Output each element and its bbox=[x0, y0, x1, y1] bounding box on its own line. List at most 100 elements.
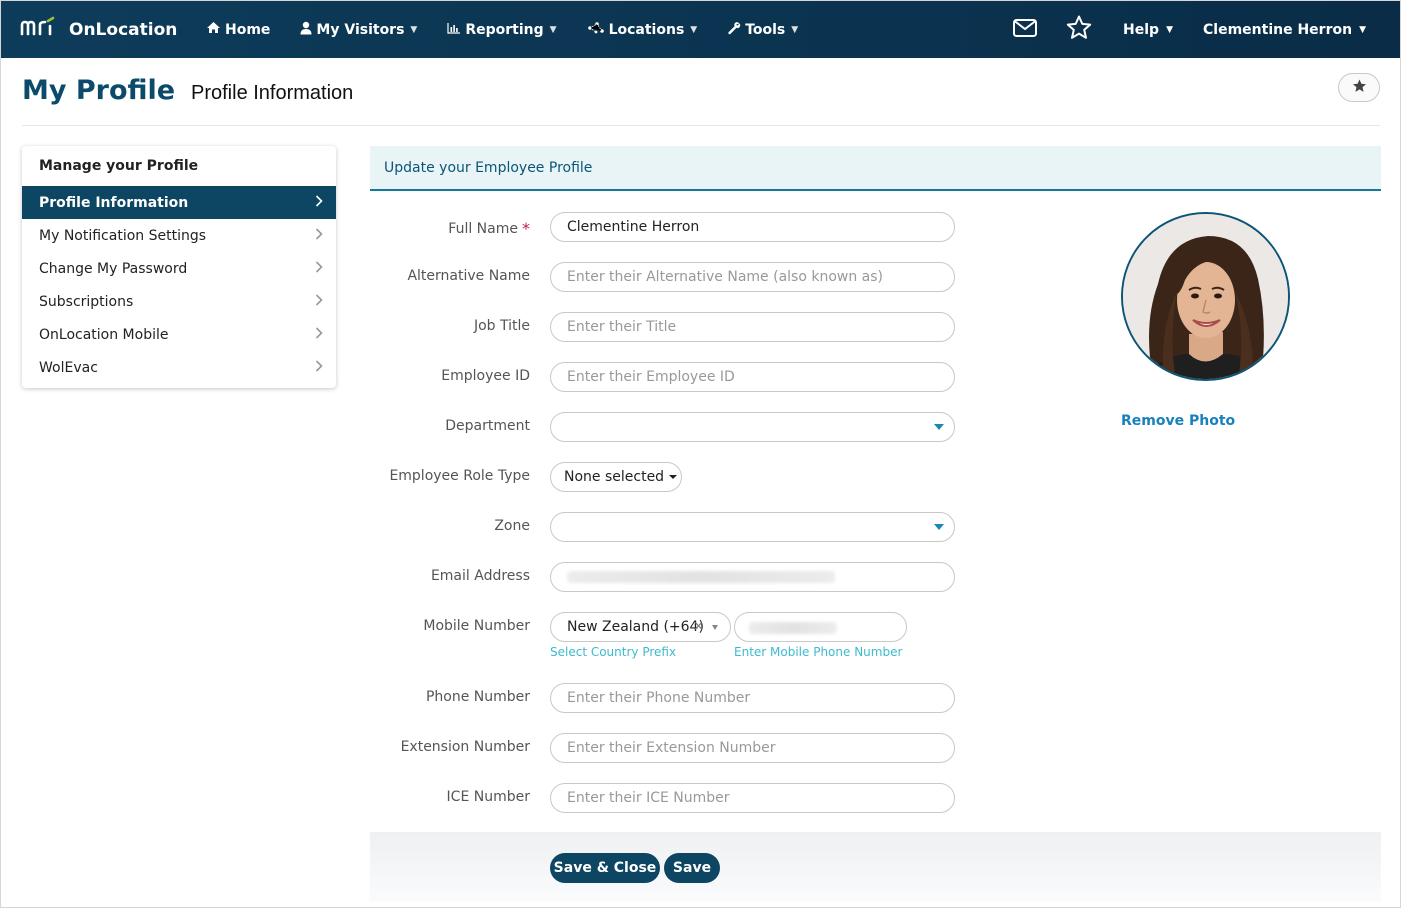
employee-id-row: Employee ID bbox=[370, 362, 970, 392]
zone-row: Zone bbox=[370, 512, 970, 542]
caret-down-icon bbox=[669, 475, 678, 479]
email-label: Email Address bbox=[430, 568, 530, 584]
sidebar-item-label: Profile Information bbox=[39, 194, 189, 211]
mri-logo-icon bbox=[20, 16, 55, 36]
save-button[interactable]: Save bbox=[664, 853, 720, 883]
chevron-right-icon bbox=[315, 293, 323, 310]
nav-home-label: Home bbox=[225, 21, 271, 38]
mri-logo-mark bbox=[20, 16, 60, 43]
chevron-right-icon bbox=[315, 359, 323, 376]
job-title-row: Job Title bbox=[370, 312, 970, 342]
mobile-number-input[interactable] bbox=[734, 612, 907, 642]
nav-locations-label: Locations bbox=[608, 21, 685, 38]
employee-id-input[interactable] bbox=[550, 362, 955, 392]
favorites-button[interactable] bbox=[1059, 10, 1099, 50]
email-input[interactable] bbox=[550, 562, 955, 592]
required-marker: * bbox=[522, 219, 530, 238]
user-menu[interactable]: Clementine Herron ▼ bbox=[1203, 22, 1366, 38]
employee-role-type-row: Employee Role Type None selected bbox=[370, 462, 970, 492]
remove-photo-link[interactable]: Remove Photo bbox=[1121, 413, 1235, 429]
top-navbar: OnLocation Home My Visitors ▼ Reporting … bbox=[1, 1, 1400, 58]
phone-number-row: Phone Number bbox=[370, 683, 970, 713]
form-section-header: Update your Employee Profile bbox=[370, 146, 1381, 191]
nav-reporting[interactable]: Reporting ▼ bbox=[447, 22, 557, 38]
caret-down-icon bbox=[934, 524, 944, 530]
redacted-email bbox=[567, 571, 835, 583]
phone-number-input[interactable] bbox=[550, 683, 955, 713]
ice-number-row: ICE Number bbox=[370, 783, 970, 813]
chevron-right-icon bbox=[315, 326, 323, 343]
chevron-right-icon bbox=[315, 227, 323, 244]
star-outline-icon bbox=[1066, 15, 1092, 44]
nav-my-visitors[interactable]: My Visitors ▼ bbox=[300, 21, 417, 39]
wrench-icon bbox=[727, 21, 741, 39]
profile-sidebar: Manage your Profile Profile Information … bbox=[22, 146, 336, 388]
caret-down-icon bbox=[934, 424, 944, 430]
help-label: Help bbox=[1123, 21, 1160, 38]
zone-label: Zone bbox=[494, 518, 530, 534]
ice-number-label: ICE Number bbox=[446, 789, 530, 805]
sidebar-item-label: WolEvac bbox=[39, 359, 98, 376]
chevron-down-icon: ▼ bbox=[690, 24, 698, 35]
sidebar-item-profile-information[interactable]: Profile Information bbox=[22, 186, 336, 219]
help-menu[interactable]: Help ▼ bbox=[1123, 22, 1173, 38]
alternative-name-input[interactable] bbox=[550, 262, 955, 292]
save-and-close-button[interactable]: Save & Close bbox=[550, 853, 660, 883]
nav-my-visitors-label: My Visitors bbox=[316, 21, 405, 38]
country-prefix-select[interactable]: New Zealand (+64) × bbox=[550, 612, 731, 642]
user-name: Clementine Herron bbox=[1203, 21, 1353, 38]
employee-role-type-value: None selected bbox=[564, 469, 665, 485]
mobile-number-hint: Enter Mobile Phone Number bbox=[734, 645, 903, 659]
nav-tools[interactable]: Tools ▼ bbox=[727, 21, 798, 39]
employee-role-type-dropdown[interactable]: None selected bbox=[550, 462, 682, 492]
sidebar-item-notification-settings[interactable]: My Notification Settings bbox=[22, 219, 336, 252]
nav-home[interactable]: Home bbox=[206, 21, 270, 38]
chevron-down-icon: ▼ bbox=[549, 24, 557, 35]
extension-number-label: Extension Number bbox=[400, 739, 530, 755]
phone-number-label: Phone Number bbox=[425, 689, 530, 705]
full-name-input[interactable] bbox=[550, 212, 955, 242]
envelope-icon bbox=[1013, 18, 1038, 41]
full-name-label-text: Full Name bbox=[448, 221, 518, 237]
extension-number-row: Extension Number bbox=[370, 733, 970, 763]
sidebar-item-subscriptions[interactable]: Subscriptions bbox=[22, 285, 336, 318]
sidebar-item-wolevac[interactable]: WolEvac bbox=[22, 351, 336, 384]
chart-icon bbox=[447, 22, 461, 38]
brand-logo[interactable]: OnLocation bbox=[20, 16, 190, 43]
country-prefix-hint: Select Country Prefix bbox=[550, 645, 677, 659]
sidebar-item-label: Subscriptions bbox=[39, 293, 134, 310]
chevron-right-icon bbox=[315, 260, 323, 277]
mobile-number-label: Mobile Number bbox=[423, 618, 530, 634]
nav-locations[interactable]: Locations ▼ bbox=[587, 21, 698, 39]
sidebar-heading: Manage your Profile bbox=[39, 158, 199, 174]
job-title-label: Job Title bbox=[473, 318, 530, 334]
messages-button[interactable] bbox=[1005, 10, 1045, 50]
sidebar-item-label: OnLocation Mobile bbox=[39, 326, 169, 343]
sidebar-item-label: Change My Password bbox=[39, 260, 188, 277]
sidebar-item-change-password[interactable]: Change My Password bbox=[22, 252, 336, 285]
header-divider bbox=[22, 125, 1380, 126]
chevron-down-icon: ▼ bbox=[791, 24, 799, 35]
chevron-right-icon bbox=[315, 194, 323, 211]
form-footer bbox=[370, 832, 1381, 902]
page-title: My Profile bbox=[22, 75, 176, 106]
department-select[interactable] bbox=[550, 412, 955, 442]
extension-number-input[interactable] bbox=[550, 733, 955, 763]
ice-number-input[interactable] bbox=[550, 783, 955, 813]
job-title-input[interactable] bbox=[550, 312, 955, 342]
zone-select[interactable] bbox=[550, 512, 955, 542]
network-icon bbox=[587, 21, 605, 39]
star-icon bbox=[1352, 78, 1367, 97]
email-row: Email Address bbox=[370, 562, 970, 592]
alternative-name-label: Alternative Name bbox=[407, 268, 530, 284]
favorite-page-button[interactable] bbox=[1338, 73, 1380, 102]
employee-id-label: Employee ID bbox=[441, 368, 530, 384]
clear-icon[interactable]: × bbox=[693, 619, 704, 634]
full-name-row: Full Name * bbox=[370, 212, 970, 242]
profile-photo[interactable] bbox=[1121, 212, 1290, 381]
nav-tools-label: Tools bbox=[745, 21, 786, 38]
caret-down-icon bbox=[712, 625, 718, 630]
chevron-down-icon: ▼ bbox=[410, 24, 418, 35]
employee-role-type-label: Employee Role Type bbox=[389, 468, 530, 484]
sidebar-item-onlocation-mobile[interactable]: OnLocation Mobile bbox=[22, 318, 336, 351]
